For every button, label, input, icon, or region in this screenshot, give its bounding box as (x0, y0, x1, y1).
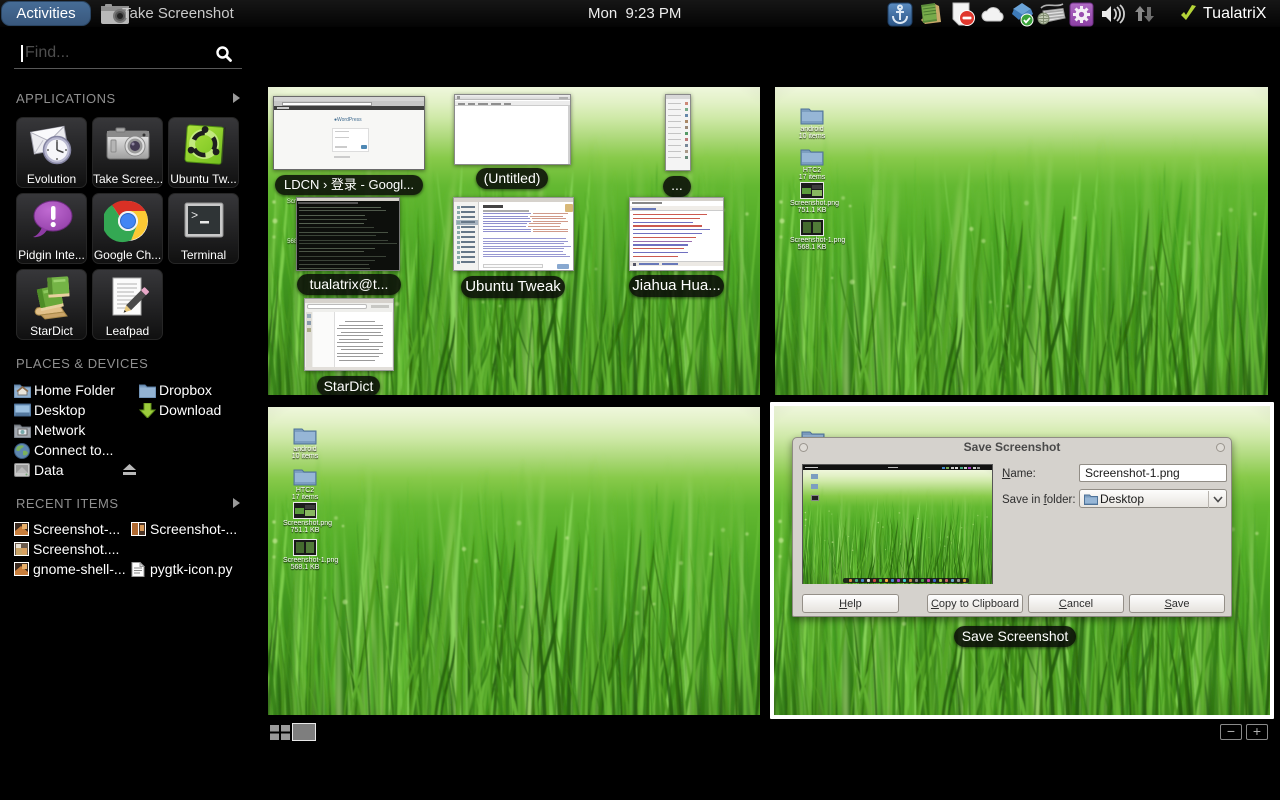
svg-text:>: > (191, 209, 198, 223)
